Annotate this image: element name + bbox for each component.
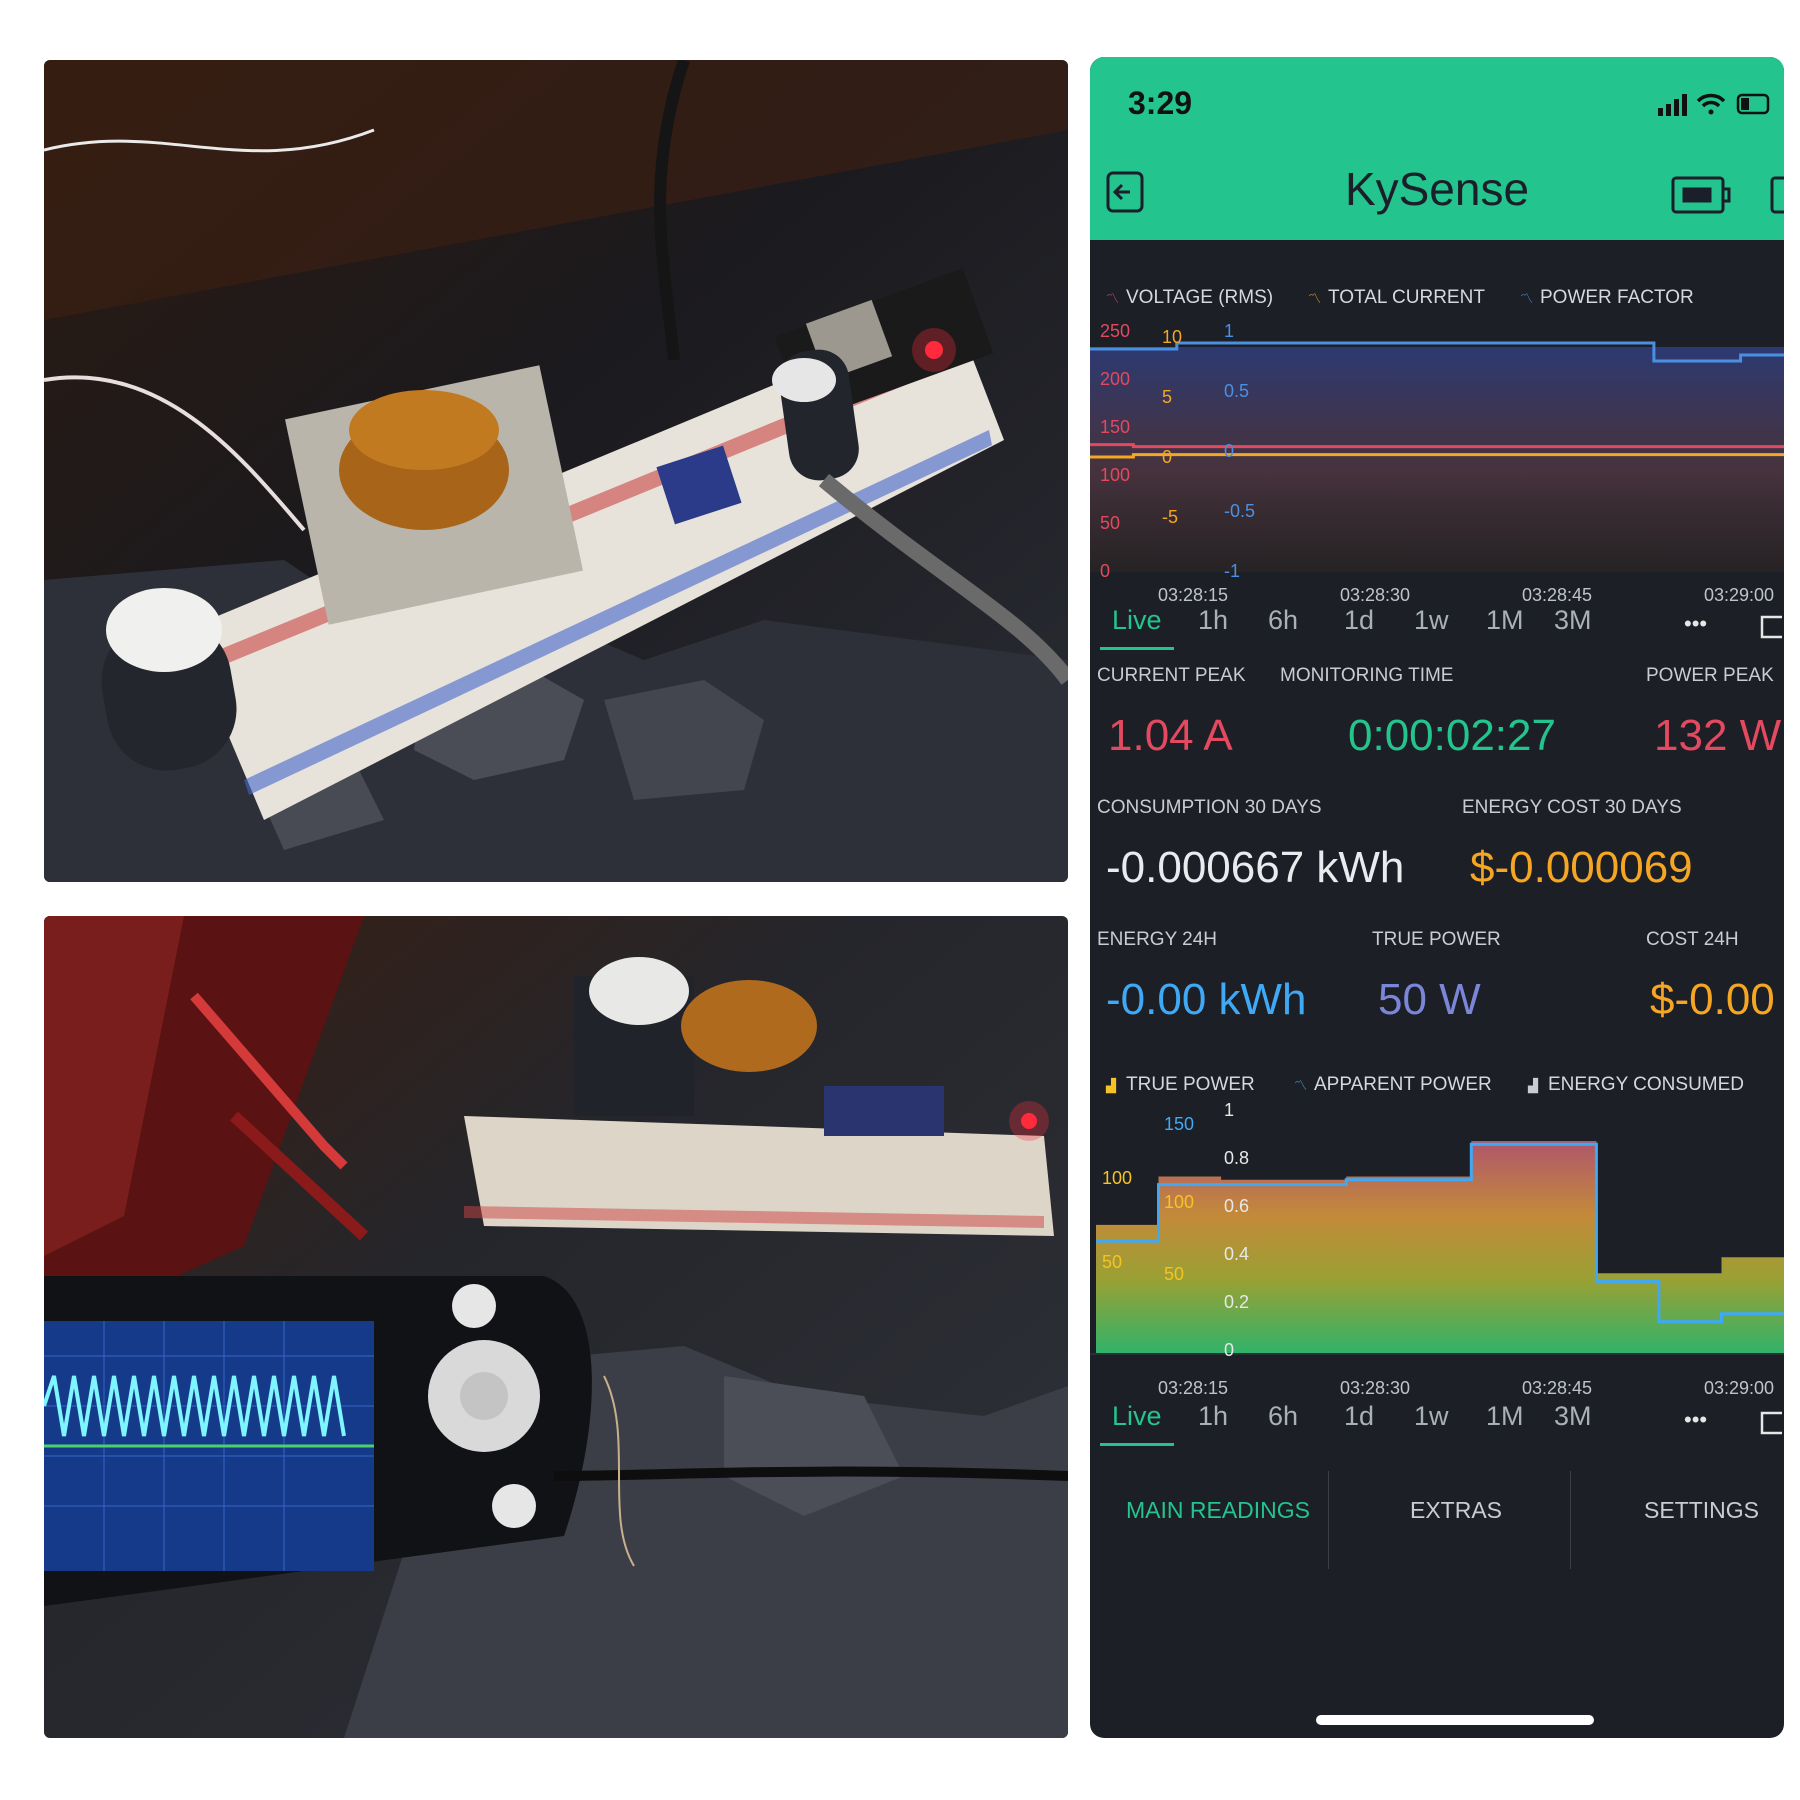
tab-1m[interactable]: 1M xyxy=(1486,1401,1524,1432)
time-range-tabs-2: Live 1h 6h 1d 1w 1M 3M ••• xyxy=(1090,1401,1784,1451)
time-tick: 03:29:00 xyxy=(1704,585,1775,605)
time-tick: 03:29:00 xyxy=(1704,1378,1775,1398)
energy24-value: -0.00 kWh xyxy=(1106,975,1307,1024)
monitoring-time-value: 0:00:02:27 xyxy=(1348,711,1556,760)
i-tick: 5 xyxy=(1162,387,1173,407)
tab-3m[interactable]: 3M xyxy=(1554,1401,1592,1432)
phone-app-screen: 3:29 KySense 〽 VOLTAGE (RMS) 〽 TOTAL CUR… xyxy=(1090,57,1784,1738)
status-time: 3:29 xyxy=(1128,85,1193,121)
tab-live[interactable]: Live xyxy=(1112,605,1162,636)
nav-main-readings[interactable]: MAIN READINGS xyxy=(1126,1497,1310,1524)
e-tick: 0.8 xyxy=(1224,1148,1250,1168)
time-tick: 03:28:15 xyxy=(1158,1378,1229,1398)
e-tick: 0.2 xyxy=(1224,1292,1250,1312)
e-tick: 0.4 xyxy=(1224,1244,1250,1264)
tab-1w[interactable]: 1w xyxy=(1414,605,1449,636)
tab-live[interactable]: Live xyxy=(1112,1401,1162,1432)
power-peak-value: 132 W xyxy=(1654,711,1782,760)
nav-divider xyxy=(1328,1471,1329,1569)
v-tick: 150 xyxy=(1100,417,1131,437)
status-icons xyxy=(1658,91,1770,122)
monitoring-time-label: MONITORING TIME xyxy=(1280,665,1454,686)
v-tick: 100 xyxy=(1100,465,1131,485)
cost24-label: COST 24H xyxy=(1646,929,1739,950)
chart1-area xyxy=(1090,347,1784,572)
more-icon[interactable]: ••• xyxy=(1684,611,1707,637)
battery-icon xyxy=(1736,93,1770,115)
tab-1h[interactable]: 1h xyxy=(1198,605,1228,636)
home-indicator xyxy=(1316,1715,1594,1725)
nav-divider xyxy=(1570,1471,1571,1569)
tab-6h[interactable]: 6h xyxy=(1268,605,1298,636)
tab-3m[interactable]: 3M xyxy=(1554,605,1592,636)
energy-cost-value: $-0.000069 xyxy=(1470,843,1693,892)
tab-1d[interactable]: 1d xyxy=(1344,605,1374,636)
tab-1d[interactable]: 1d xyxy=(1344,1401,1374,1432)
expand-icon[interactable] xyxy=(1760,1411,1784,1440)
app-header: 3:29 KySense xyxy=(1090,57,1784,240)
time-tick: 03:28:45 xyxy=(1522,585,1593,605)
pf-tick: 0.5 xyxy=(1224,381,1250,401)
device-icon[interactable] xyxy=(1670,175,1732,220)
energy-cost-label: ENERGY COST 30 DAYS xyxy=(1462,797,1682,818)
tab-1m[interactable]: 1M xyxy=(1486,605,1524,636)
signal-icon xyxy=(1658,94,1687,116)
nav-settings[interactable]: SETTINGS xyxy=(1644,1497,1759,1524)
time-tick: 03:28:45 xyxy=(1522,1378,1593,1398)
e-tick: 1 xyxy=(1224,1100,1235,1120)
power-peak-label: POWER PEAK xyxy=(1646,665,1774,686)
menu-edge-icon[interactable] xyxy=(1770,175,1784,220)
oscilloscope-photo-image xyxy=(44,916,1068,1738)
p2-tick: 50 xyxy=(1164,1264,1185,1284)
p-tick: 150 xyxy=(1164,1114,1195,1134)
current-peak-label: CURRENT PEAK xyxy=(1097,665,1246,686)
v-tick: 250 xyxy=(1100,321,1131,341)
time-range-tabs: Live 1h 6h 1d 1w 1M 3M ••• xyxy=(1090,605,1784,655)
oscilloscope-photo xyxy=(44,916,1068,1738)
pf-tick: 1 xyxy=(1224,321,1235,341)
cost24-value: $-0.00 xyxy=(1650,975,1775,1024)
tab-live-underline xyxy=(1100,1443,1174,1446)
e-tick: 0.6 xyxy=(1224,1196,1250,1216)
consumption-label: CONSUMPTION 30 DAYS xyxy=(1097,797,1322,818)
expand-icon[interactable] xyxy=(1760,615,1784,644)
wifi-icon xyxy=(1696,93,1726,115)
true-power-value: 50 W xyxy=(1378,975,1481,1024)
pf-tick: 0 xyxy=(1224,441,1235,461)
i-tick: 0 xyxy=(1162,447,1173,467)
tab-6h[interactable]: 6h xyxy=(1268,1401,1298,1432)
e-tick: 0 xyxy=(1224,1340,1235,1360)
p-tick: 100 xyxy=(1102,1168,1133,1188)
time-tick: 03:28:15 xyxy=(1158,585,1229,605)
pf-tick: -1 xyxy=(1224,561,1241,581)
i-tick: -5 xyxy=(1162,507,1179,527)
more-icon[interactable]: ••• xyxy=(1684,1407,1707,1433)
breadboard-photo xyxy=(44,60,1068,882)
nav-extras[interactable]: EXTRAS xyxy=(1410,1497,1502,1524)
pf-tick: -0.5 xyxy=(1224,501,1256,521)
breadboard-photo-image xyxy=(44,60,1068,882)
current-peak-value: 1.04 A xyxy=(1108,711,1233,760)
true-power-label: TRUE POWER xyxy=(1372,929,1501,950)
tab-1h[interactable]: 1h xyxy=(1198,1401,1228,1432)
v-tick: 200 xyxy=(1100,369,1131,389)
p2-tick: 100 xyxy=(1164,1192,1195,1212)
v-tick: 50 xyxy=(1100,513,1121,533)
time-tick: 03:28:30 xyxy=(1340,585,1411,605)
v-tick: 0 xyxy=(1100,561,1111,581)
consumption-value: -0.000667 kWh xyxy=(1106,843,1405,892)
time-tick: 03:28:30 xyxy=(1340,1378,1411,1398)
energy24-label: ENERGY 24H xyxy=(1097,929,1218,950)
tab-1w[interactable]: 1w xyxy=(1414,1401,1449,1432)
tab-live-underline xyxy=(1100,647,1174,650)
p-tick: 50 xyxy=(1102,1252,1123,1272)
i-tick: 10 xyxy=(1162,327,1183,347)
